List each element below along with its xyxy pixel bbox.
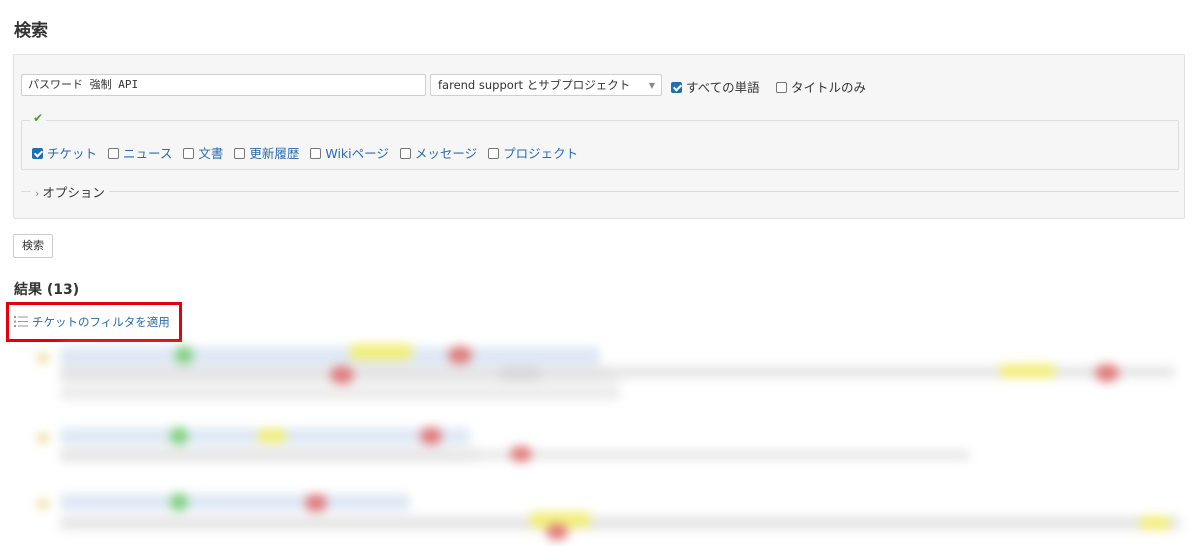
type-projects-label[interactable]: プロジェクト (503, 146, 578, 161)
search-types-fieldset: ✔ チケット ニュース 文書 更新履歴 Wikiページ メッセージ プロジェクト (21, 111, 1179, 170)
search-submit-button[interactable]: 検索 (13, 234, 53, 258)
type-documents-label[interactable]: 文書 (198, 146, 223, 161)
type-messages-label[interactable]: メッセージ (415, 146, 477, 161)
dropdown-arrow-icon: ▼ (648, 81, 655, 90)
type-issues-label[interactable]: チケット (47, 146, 97, 161)
type-news[interactable]: ニュース (108, 143, 172, 162)
search-form: パスワード 強制 API farend support とサブプロジェクト ▼ … (13, 54, 1185, 219)
blurred-result-item (30, 342, 1180, 412)
options-label: オプション (42, 185, 105, 200)
toggle-all-check-icon[interactable]: ✔ (30, 111, 47, 125)
search-query-input[interactable]: パスワード 強制 API (21, 74, 426, 96)
type-changesets-label[interactable]: 更新履歴 (249, 146, 299, 161)
page-title: 検索 (14, 21, 48, 41)
results-heading: 結果 (13) (14, 282, 80, 298)
type-changesets-checkbox[interactable] (234, 148, 246, 159)
type-documents[interactable]: 文書 (183, 143, 223, 162)
type-projects[interactable]: プロジェクト (488, 143, 578, 162)
type-changesets[interactable]: 更新履歴 (234, 143, 299, 162)
type-wiki-pages[interactable]: Wikiページ (310, 143, 389, 162)
options-divider (21, 191, 1179, 192)
blurred-result-item (30, 424, 1180, 469)
chevron-right-icon: › (35, 187, 40, 200)
options-collapsible[interactable]: › オプション (21, 182, 1179, 201)
type-wiki-pages-label[interactable]: Wikiページ (325, 146, 389, 161)
list-icon (14, 316, 28, 327)
type-projects-checkbox[interactable] (488, 148, 500, 159)
type-wiki-pages-checkbox[interactable] (310, 148, 322, 159)
type-messages-checkbox[interactable] (399, 148, 411, 159)
all-words-checkbox[interactable] (671, 82, 682, 93)
scope-selected-value: farend support とサブプロジェクト (438, 78, 631, 92)
search-type-list: チケット ニュース 文書 更新履歴 Wikiページ メッセージ プロジェクト (32, 143, 585, 162)
blurred-result-item (30, 490, 1180, 546)
type-issues[interactable]: チケット (32, 143, 97, 162)
titles-only-checkbox[interactable] (776, 82, 787, 93)
type-messages[interactable]: メッセージ (399, 143, 477, 162)
type-issues-checkbox[interactable] (32, 148, 43, 159)
apply-issue-filter-link[interactable]: チケットのフィルタを適用 (14, 314, 170, 330)
type-news-checkbox[interactable] (108, 148, 119, 159)
titles-only-label: タイトルのみ (791, 80, 867, 95)
options-toggle[interactable]: › オプション (31, 182, 109, 201)
titles-only-option[interactable]: タイトルのみ (776, 77, 866, 96)
project-scope-select[interactable]: farend support とサブプロジェクト ▼ (430, 74, 662, 96)
type-documents-checkbox[interactable] (183, 148, 195, 159)
apply-issue-filter-label: チケットのフィルタを適用 (32, 315, 170, 329)
results-list (30, 342, 1200, 546)
all-words-label: すべての単語 (686, 80, 760, 95)
type-news-label[interactable]: ニュース (123, 146, 172, 161)
all-words-option[interactable]: すべての単語 (671, 77, 760, 96)
